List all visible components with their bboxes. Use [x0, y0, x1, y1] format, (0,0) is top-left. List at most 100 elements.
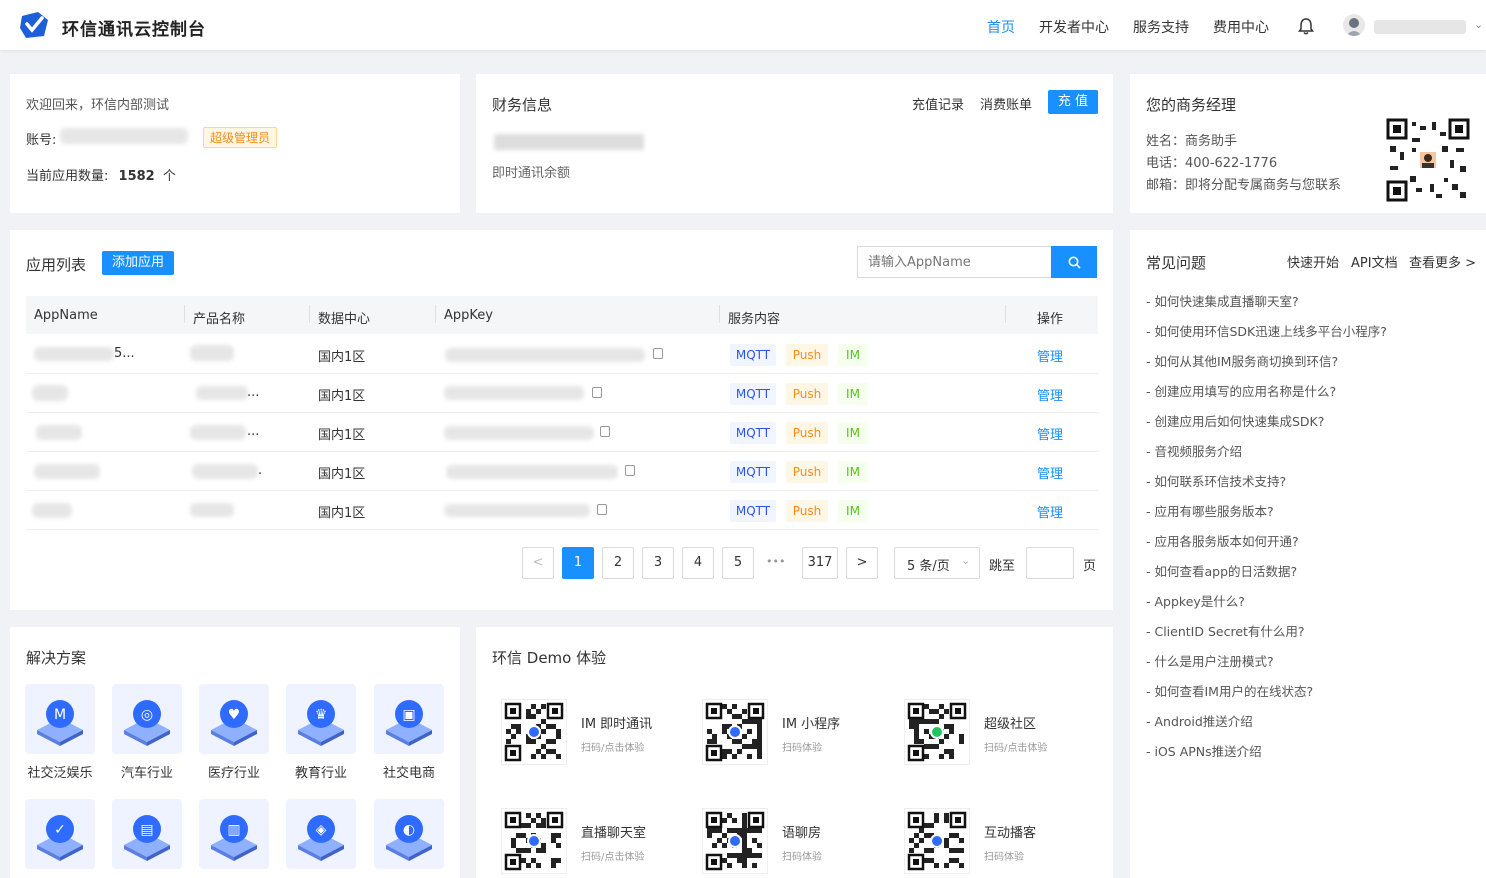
account-value-redacted	[60, 128, 188, 144]
nav-billing-center[interactable]: 费用中心	[1213, 17, 1269, 37]
page-last[interactable]: 317	[802, 547, 838, 579]
demo-qr-code[interactable]	[904, 808, 970, 874]
solution-tile[interactable]: ▤	[112, 799, 182, 877]
appkey-redacted	[444, 386, 584, 400]
manage-link[interactable]: 管理	[1037, 463, 1063, 482]
see-more-link[interactable]: 查看更多 >	[1409, 252, 1476, 271]
balance-label: 即时通讯余额	[492, 166, 571, 181]
logo-icon[interactable]	[18, 10, 50, 40]
search-button[interactable]	[1051, 246, 1097, 278]
solution-label: 教育行业	[294, 766, 347, 781]
solution-tile[interactable]: ◈	[286, 799, 356, 877]
faq-item[interactable]: - 如何查看IM用户的在线状态?	[1146, 681, 1313, 700]
column-divider	[184, 305, 185, 323]
demo-title: 环信 Demo 体验	[492, 649, 607, 667]
appkey-redacted	[444, 504, 590, 517]
bill-link[interactable]: 消费账单	[980, 94, 1032, 113]
app-count-row: 当前应用数量: 1582 个	[26, 165, 176, 184]
copy-icon[interactable]	[597, 426, 610, 442]
page-2[interactable]: 2	[602, 547, 634, 579]
manage-link[interactable]: 管理	[1037, 385, 1063, 404]
page-size-select[interactable]: 5 条/页 ⌄	[894, 547, 980, 579]
next-page-button[interactable]: >	[846, 547, 878, 579]
col-product-name: 产品名称	[193, 312, 246, 327]
faq-item[interactable]: - 应用有哪些服务版本?	[1146, 501, 1274, 520]
copy-icon[interactable]	[622, 465, 635, 481]
solution-tile[interactable]: ◎ 汽车行业	[112, 684, 182, 781]
demo-qr-code[interactable]	[501, 808, 567, 874]
solution-tile[interactable]: ♛ 教育行业	[286, 684, 356, 781]
jump-page-input[interactable]	[1026, 547, 1074, 579]
jump-label: 跳至	[989, 559, 1016, 574]
demo-qr-code[interactable]	[702, 699, 768, 765]
product-suffix: .	[258, 463, 263, 478]
faq-item[interactable]: - iOS APNs推送介绍	[1146, 741, 1262, 760]
faq-item[interactable]: - 如何快速集成直播聊天室?	[1146, 291, 1299, 310]
add-app-button[interactable]: 添加应用	[102, 251, 174, 275]
faq-item[interactable]: - 创建应用填写的应用名称是什么?	[1146, 381, 1336, 400]
nav-developer-center[interactable]: 开发者中心	[1039, 17, 1109, 37]
demo-name[interactable]: 直播聊天室	[581, 822, 646, 841]
demo-qr-code[interactable]	[904, 699, 970, 765]
service-im: IM	[838, 461, 868, 483]
data-center: 国内1区	[318, 389, 366, 404]
copy-icon[interactable]	[589, 387, 602, 403]
demo-name[interactable]: IM 小程序	[782, 713, 840, 732]
service-push: Push	[786, 500, 828, 522]
demo-name[interactable]: IM 即时通讯	[581, 713, 652, 732]
faq-item[interactable]: - 如何使用环信SDK迅速上线多平台小程序?	[1146, 321, 1387, 340]
page-5[interactable]: 5	[722, 547, 754, 579]
prev-page-button[interactable]: <	[522, 547, 554, 579]
manage-link[interactable]: 管理	[1037, 424, 1063, 443]
brand-title: 环信通讯云控制台	[62, 20, 206, 40]
demo-qr-code[interactable]	[702, 808, 768, 874]
demo-name[interactable]: 超级社区	[984, 713, 1036, 732]
solution-tile[interactable]: M 社交泛娱乐	[25, 684, 95, 781]
copy-icon[interactable]	[650, 348, 663, 364]
manage-link[interactable]: 管理	[1037, 502, 1063, 521]
faq-item[interactable]: - 音视频服务介绍	[1146, 441, 1242, 460]
bell-icon[interactable]	[1298, 17, 1314, 35]
faq-item[interactable]: - 如何从其他IM服务商切换到环信?	[1146, 351, 1338, 370]
manage-link[interactable]: 管理	[1037, 346, 1063, 365]
demo-name[interactable]: 语聊房	[782, 822, 821, 841]
api-docs-link[interactable]: API文档	[1351, 252, 1398, 271]
demo-qr-code[interactable]	[501, 699, 567, 765]
username-redacted[interactable]	[1374, 20, 1466, 34]
chevron-down-icon[interactable]: ⌄	[1474, 18, 1483, 31]
demo-name[interactable]: 互动播客	[984, 822, 1036, 841]
solution-tile[interactable]: ◐	[374, 799, 444, 877]
copy-icon[interactable]	[594, 504, 607, 520]
quick-start-link[interactable]: 快速开始	[1287, 252, 1339, 271]
solution-tile[interactable]: ▣ 社交电商	[374, 684, 444, 781]
faq-item[interactable]: - ClientID Secret有什么用?	[1146, 621, 1305, 640]
faq-item[interactable]: - 应用各服务版本如何开通?	[1146, 531, 1299, 550]
page-ellipsis[interactable]: •••	[766, 555, 785, 568]
recharge-button[interactable]: 充 值	[1048, 90, 1098, 114]
svg-text:◈: ◈	[316, 822, 327, 838]
gamepad-icon: ◈	[286, 799, 356, 869]
faq-item[interactable]: - 如何查看app的日活数据?	[1146, 561, 1297, 580]
faq-item[interactable]: - 创建应用后如何快速集成SDK?	[1146, 411, 1324, 430]
nav-service-support[interactable]: 服务支持	[1133, 17, 1189, 37]
service-mqtt: MQTT	[730, 500, 776, 522]
solution-tile[interactable]: ✓	[25, 799, 95, 877]
app-search-input[interactable]	[857, 246, 1051, 278]
page-4[interactable]: 4	[682, 547, 714, 579]
product-redacted	[192, 464, 258, 479]
faq-item[interactable]: - Appkey是什么?	[1146, 591, 1245, 610]
recharge-record-link[interactable]: 充值记录	[912, 94, 964, 113]
solution-label: 社交电商	[382, 766, 435, 781]
faq-item[interactable]: - 什么是用户注册模式?	[1146, 651, 1274, 670]
demo-subtitle: 扫码体验	[984, 852, 1024, 863]
page-3[interactable]: 3	[642, 547, 674, 579]
table-header	[26, 296, 1098, 334]
data-center: 国内1区	[318, 467, 366, 482]
solution-tile[interactable]: ▥	[199, 799, 269, 877]
faq-item[interactable]: - Android推送介绍	[1146, 711, 1253, 730]
avatar-icon[interactable]	[1343, 14, 1365, 36]
solution-tile[interactable]: ♥ 医疗行业	[199, 684, 269, 781]
faq-item[interactable]: - 如何联系环信技术支持?	[1146, 471, 1286, 490]
nav-home[interactable]: 首页	[987, 17, 1015, 37]
page-1[interactable]: 1	[562, 547, 594, 579]
